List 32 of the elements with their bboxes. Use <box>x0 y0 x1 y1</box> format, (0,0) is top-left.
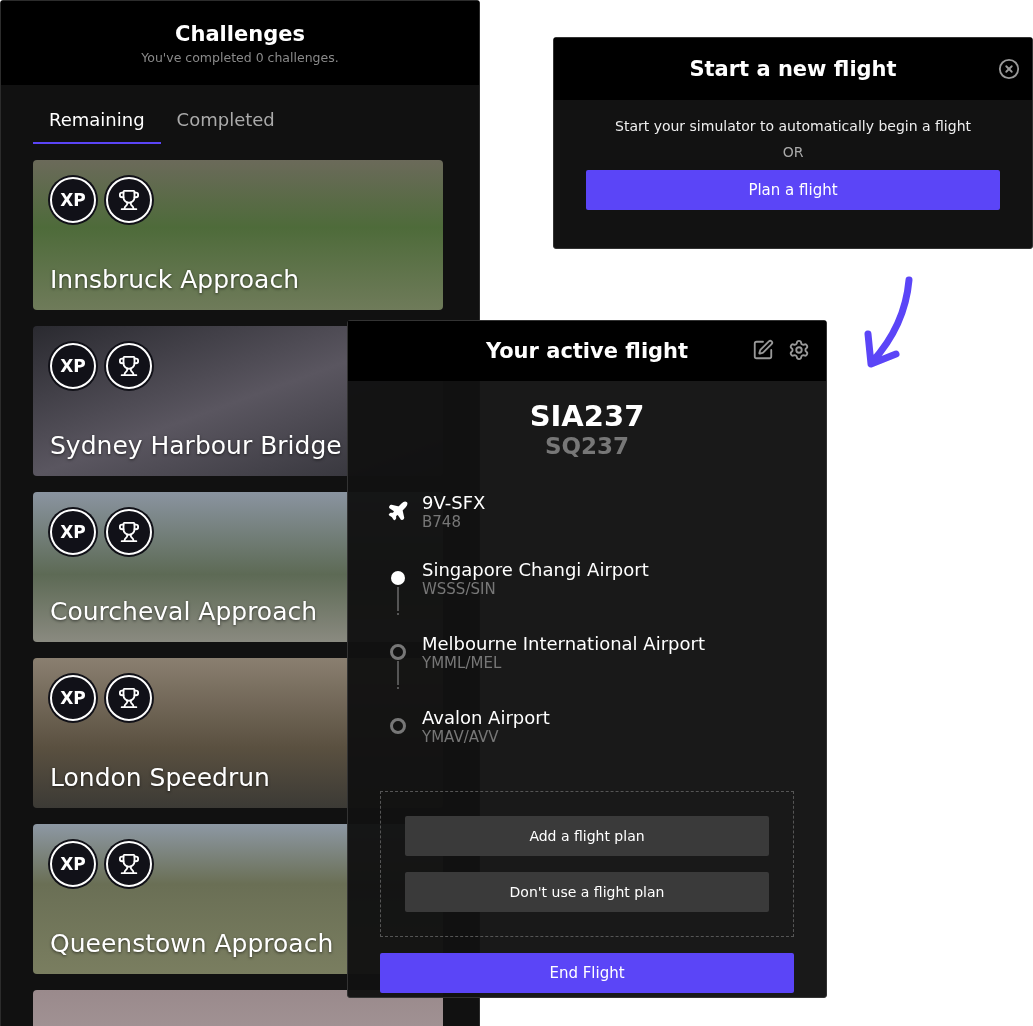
end-flight-button[interactable]: End Flight <box>380 953 794 993</box>
panel-title: Challenges <box>175 21 305 46</box>
airport-name: Singapore Changi Airport <box>422 558 649 580</box>
airport-code: YMAV/AVV <box>422 727 499 746</box>
xp-badge: XP <box>50 343 96 389</box>
tab[interactable]: Remaining <box>33 109 161 144</box>
xp-badge: XP <box>50 509 96 555</box>
xp-badge: XP <box>50 177 96 223</box>
flight-number: SQ237 <box>543 433 631 459</box>
xp-badge: XP <box>50 675 96 721</box>
panel-title: Start a new flight <box>689 57 897 81</box>
tab[interactable]: Completed <box>160 109 291 144</box>
aircraft-registration: 9V-SFX <box>422 491 486 513</box>
challenge-title: Queenstown Approach <box>50 929 334 958</box>
challenge-title: Innsbruck Approach <box>50 265 300 294</box>
callsign: SIA237 <box>528 399 646 433</box>
xp-badge: XP <box>50 841 96 887</box>
challenge-title: London Speedrun <box>50 763 270 792</box>
airport-name: Melbourne International Airport <box>422 632 705 654</box>
airport-name: Avalon Airport <box>422 706 550 728</box>
challenge-title: Sydney Harbour Bridge <box>50 431 342 460</box>
panel-title: Your active flight <box>485 339 689 363</box>
panel-subtitle: You've completed 0 challenges. <box>141 49 339 65</box>
flight-plan-button[interactable]: Add a flight plan <box>405 816 769 856</box>
flight-plan-button[interactable]: Don't use a flight plan <box>405 872 769 912</box>
plan-flight-button[interactable]: Plan a flight <box>586 170 1000 210</box>
challenge-title: Courcheval Approach <box>50 597 318 626</box>
aircraft-type: B748 <box>422 512 462 531</box>
airport-code: YMML/MEL <box>422 653 503 672</box>
airport-code: WSSS/SIN <box>422 579 496 598</box>
separator-text: OR <box>782 144 804 160</box>
instruction-text: Start your simulator to automatically begin a flight <box>615 118 971 134</box>
